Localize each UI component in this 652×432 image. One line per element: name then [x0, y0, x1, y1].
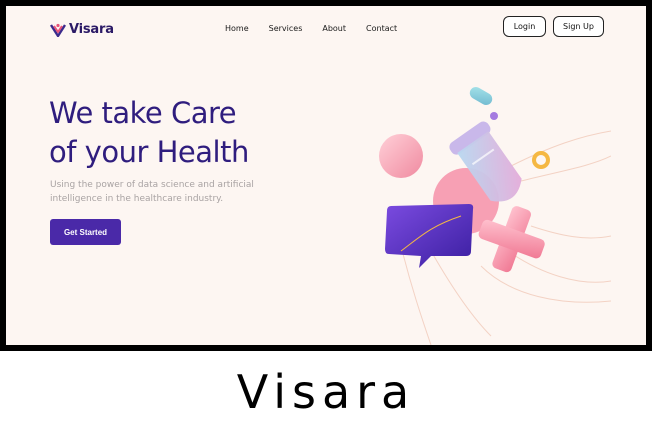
- main-nav: Home Services About Contact: [225, 24, 417, 33]
- hero-title: We take Care of your Health: [49, 94, 249, 172]
- nav-contact[interactable]: Contact: [366, 24, 397, 33]
- screenshot-frame: Visara Home Services About Contact Login…: [0, 0, 652, 351]
- signup-button[interactable]: Sign Up: [553, 16, 604, 37]
- nav-home[interactable]: Home: [225, 24, 249, 33]
- nav-about[interactable]: About: [322, 24, 346, 33]
- hero-title-line-1: We take Care: [49, 96, 237, 130]
- healthcare-illustration: [379, 87, 611, 345]
- login-button[interactable]: Login: [503, 16, 546, 37]
- logo-icon: [50, 23, 66, 37]
- brand-name: Visara: [69, 22, 114, 37]
- nav-services[interactable]: Services: [269, 24, 303, 33]
- brand-logo[interactable]: Visara: [50, 22, 114, 37]
- get-started-button[interactable]: Get Started: [50, 219, 121, 245]
- caption-brand-name: Visara: [236, 364, 416, 419]
- hero-title-line-2: of your Health: [49, 135, 249, 169]
- hero-subtitle: Using the power of data science and arti…: [50, 180, 254, 204]
- landing-page: Visara Home Services About Contact Login…: [6, 6, 646, 345]
